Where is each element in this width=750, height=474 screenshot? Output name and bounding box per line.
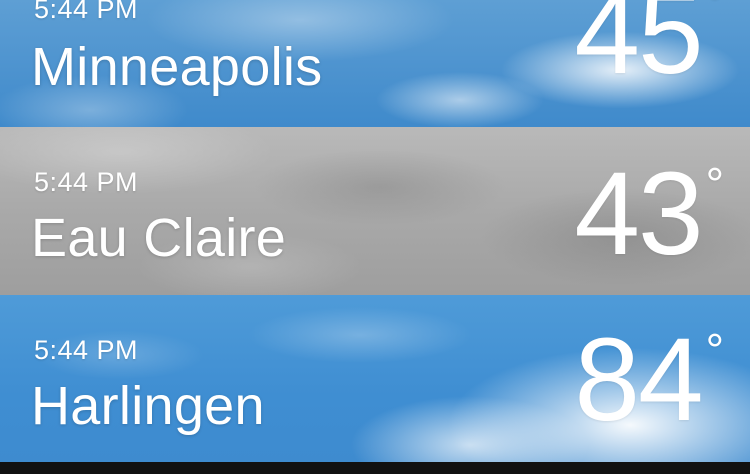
location-row-eau-claire[interactable]: 5:44 PM Eau Claire 43° [0, 127, 750, 295]
location-time: 5:44 PM [34, 0, 139, 24]
location-city-name: Minneapolis [31, 37, 323, 97]
temperature-value: 84 [574, 314, 703, 446]
location-city-name: Harlingen [31, 376, 265, 436]
location-temperature: 84° [574, 314, 724, 446]
degree-symbol: ° [705, 0, 724, 29]
location-city-name: Eau Claire [31, 208, 287, 268]
temperature-value: 43 [574, 148, 703, 280]
temperature-value: 45 [574, 0, 703, 99]
location-row-minneapolis[interactable]: 5:44 PM Minneapolis 45° [0, 0, 750, 127]
location-temperature: 43° [574, 148, 724, 280]
location-time: 5:44 PM [34, 335, 139, 365]
location-time: 5:44 PM [34, 167, 139, 197]
bottom-toolbar-edge [0, 462, 750, 474]
weather-location-list: 5:44 PM Minneapolis 45° 5:44 PM Eau Clai… [0, 0, 750, 474]
location-temperature: 45° [574, 0, 724, 99]
degree-symbol: ° [705, 324, 724, 376]
location-row-harlingen[interactable]: 5:44 PM Harlingen 84° [0, 295, 750, 462]
degree-symbol: ° [705, 158, 724, 210]
